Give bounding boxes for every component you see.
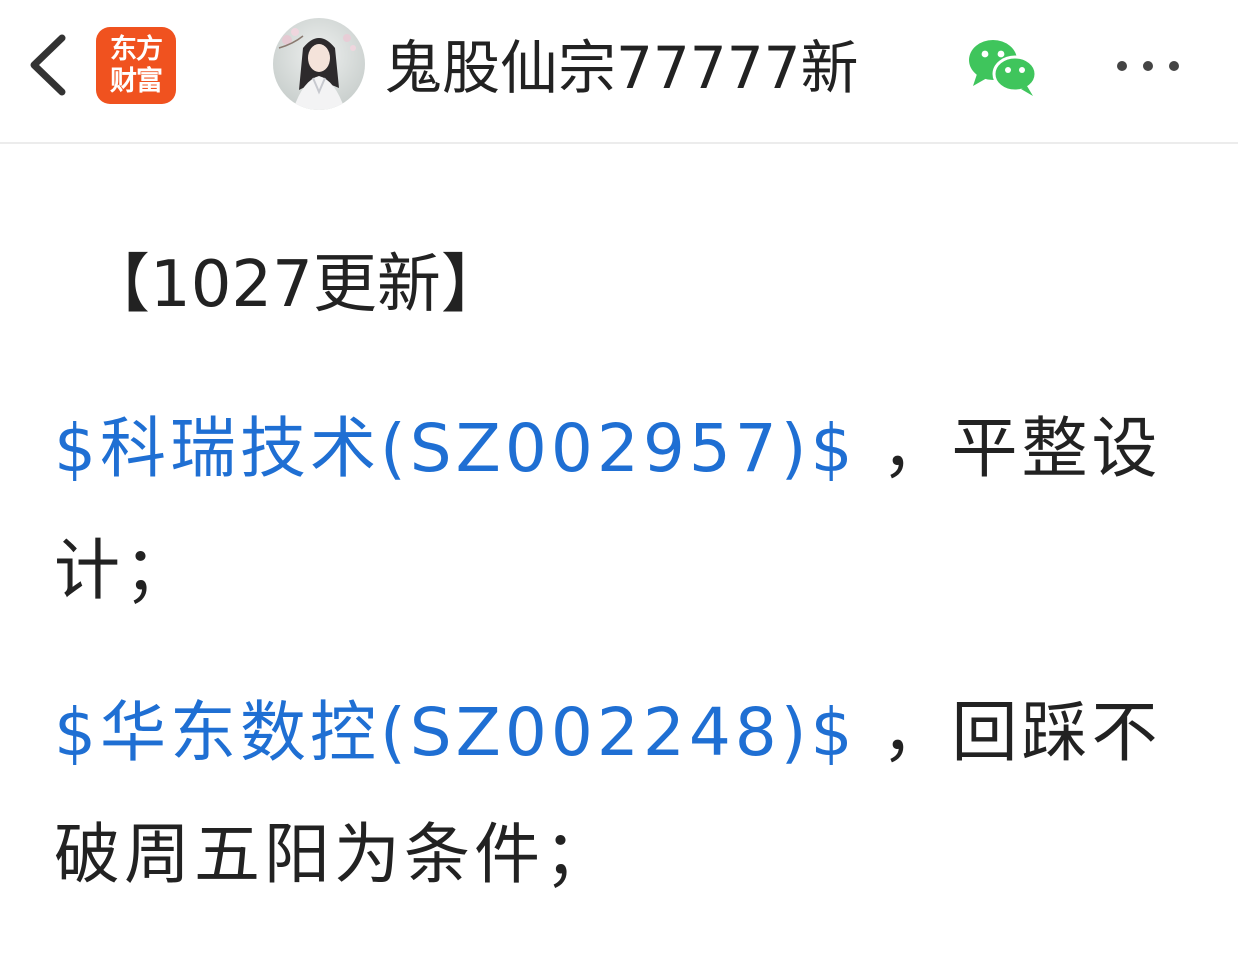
more-dots-icon: [1117, 61, 1179, 71]
stock-link-kerui[interactable]: $科瑞技术(SZ002957)$: [54, 410, 857, 487]
post-paragraph: $科瑞技术(SZ002957)$ ，平整设计；: [54, 388, 1194, 632]
stock-link-huadong[interactable]: $华东数控(SZ002248)$: [54, 694, 857, 771]
avatar-image: [273, 18, 365, 110]
more-options-button[interactable]: [1112, 46, 1184, 86]
chevron-left-icon: [30, 34, 66, 96]
post-title: 【1027更新】: [86, 248, 505, 322]
post-body: 【1027更新】 $科瑞技术(SZ002957)$ ，平整设计； $华东数控(S…: [54, 230, 1194, 916]
top-nav-bar: 东方 财富 鬼股仙宗77777新: [0, 0, 1238, 144]
author-avatar[interactable]: [273, 18, 365, 110]
app-logo-line1: 东方: [110, 33, 163, 65]
back-button[interactable]: [22, 30, 78, 100]
wechat-icon: [969, 40, 1038, 96]
share-wechat-button[interactable]: [963, 36, 1043, 98]
app-logo: 东方 财富: [96, 27, 176, 104]
app-logo-line2: 财富: [110, 65, 163, 97]
author-name[interactable]: 鬼股仙宗77777新: [384, 30, 859, 106]
post-paragraph: $华东数控(SZ002248)$ ，回踩不破周五阳为条件；: [54, 672, 1194, 916]
